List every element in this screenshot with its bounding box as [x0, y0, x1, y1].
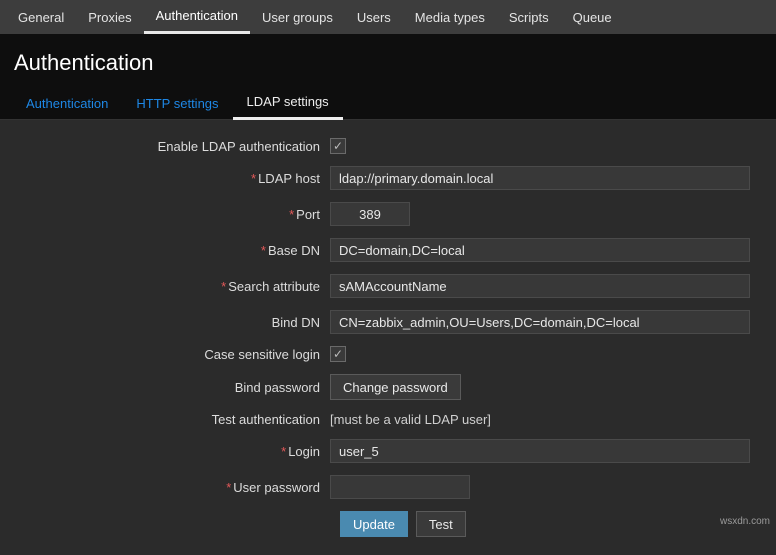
update-button[interactable]: Update: [340, 511, 408, 537]
nav-queue[interactable]: Queue: [561, 0, 624, 34]
input-port[interactable]: [330, 202, 410, 226]
test-button[interactable]: Test: [416, 511, 466, 537]
checkbox-enable-ldap[interactable]: [330, 138, 346, 154]
tab-http-settings[interactable]: HTTP settings: [122, 90, 232, 119]
nav-user-groups[interactable]: User groups: [250, 0, 345, 34]
watermark: wsxdn.com: [720, 516, 770, 527]
nav-users[interactable]: Users: [345, 0, 403, 34]
change-password-button[interactable]: Change password: [330, 374, 461, 400]
label-enable-ldap: Enable LDAP authentication: [10, 139, 330, 154]
label-bind-password: Bind password: [10, 380, 330, 395]
tab-authentication[interactable]: Authentication: [12, 90, 122, 119]
checkbox-case-sensitive[interactable]: [330, 346, 346, 362]
input-base-dn[interactable]: [330, 238, 750, 262]
input-ldap-host[interactable]: [330, 166, 750, 190]
label-case-sensitive: Case sensitive login: [10, 347, 330, 362]
nav-general[interactable]: General: [6, 0, 76, 34]
nav-proxies[interactable]: Proxies: [76, 0, 143, 34]
label-port: *Port: [10, 207, 330, 222]
tab-ldap-settings[interactable]: LDAP settings: [233, 88, 343, 120]
label-test-auth: Test authentication: [10, 412, 330, 427]
label-login: *Login: [10, 444, 330, 459]
test-auth-note: [must be a valid LDAP user]: [330, 412, 491, 427]
input-user-password[interactable]: [330, 475, 470, 499]
label-search-attr: *Search attribute: [10, 279, 330, 294]
top-nav: General Proxies Authentication User grou…: [0, 0, 776, 34]
page-title: Authentication: [0, 34, 776, 90]
input-search-attr[interactable]: [330, 274, 750, 298]
subtabs: Authentication HTTP settings LDAP settin…: [0, 90, 776, 120]
input-bind-dn[interactable]: [330, 310, 750, 334]
input-login[interactable]: [330, 439, 750, 463]
nav-scripts[interactable]: Scripts: [497, 0, 561, 34]
ldap-form: Enable LDAP authentication *LDAP host *P…: [0, 120, 776, 555]
nav-authentication[interactable]: Authentication: [144, 0, 250, 34]
label-user-password: *User password: [10, 480, 330, 495]
nav-media-types[interactable]: Media types: [403, 0, 497, 34]
label-base-dn: *Base DN: [10, 243, 330, 258]
label-ldap-host: *LDAP host: [10, 171, 330, 186]
label-bind-dn: Bind DN: [10, 315, 330, 330]
